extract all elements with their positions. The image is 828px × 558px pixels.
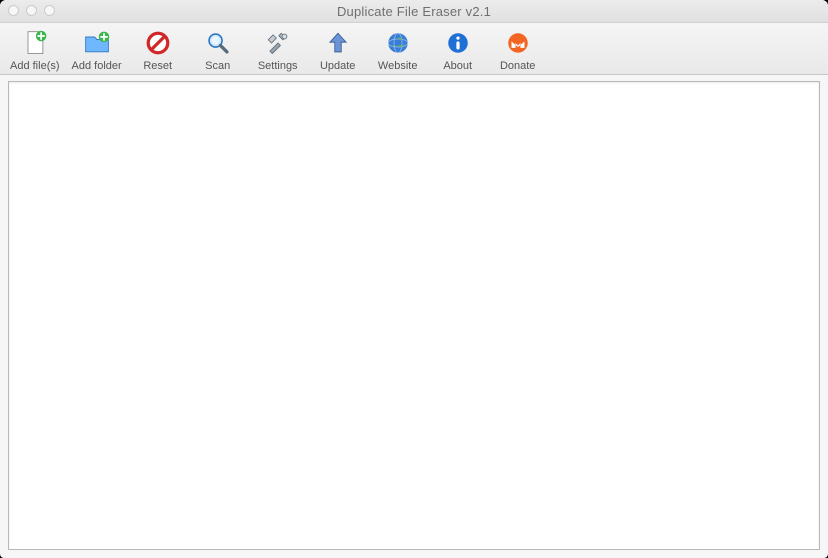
content-wrap [0,75,828,558]
window-controls [8,5,55,16]
toolbar-label: Add folder [72,60,122,72]
settings-button[interactable]: Settings [252,28,304,72]
window-title: Duplicate File Eraser v2.1 [0,4,828,19]
magnifier-icon [203,28,233,58]
app-window: Duplicate File Eraser v2.1 Add file(s) [0,0,828,558]
toolbar-label: Add file(s) [10,60,60,72]
titlebar[interactable]: Duplicate File Eraser v2.1 [0,0,828,23]
globe-icon [383,28,413,58]
toolbar-label: About [443,60,472,72]
reset-button[interactable]: Reset [132,28,184,72]
close-window-button[interactable] [8,5,19,16]
folder-add-icon [82,28,112,58]
toolbar-label: Scan [205,60,230,72]
add-files-button[interactable]: Add file(s) [8,28,62,72]
toolbar-label: Donate [500,60,535,72]
toolbar-label: Update [320,60,355,72]
update-button[interactable]: Update [312,28,364,72]
scan-button[interactable]: Scan [192,28,244,72]
wrench-screwdriver-icon [263,28,293,58]
add-folder-button[interactable]: Add folder [70,28,124,72]
minimize-window-button[interactable] [26,5,37,16]
toolbar-label: Reset [143,60,172,72]
toolbar-label: Website [378,60,418,72]
arrow-up-icon [323,28,353,58]
results-list[interactable] [8,81,820,550]
toolbar: Add file(s) Add folder Reset [0,23,828,75]
donate-coin-icon [503,28,533,58]
info-icon [443,28,473,58]
website-button[interactable]: Website [372,28,424,72]
toolbar-label: Settings [258,60,298,72]
file-add-icon [20,28,50,58]
zoom-window-button[interactable] [44,5,55,16]
no-entry-icon [143,28,173,58]
about-button[interactable]: About [432,28,484,72]
donate-button[interactable]: Donate [492,28,544,72]
